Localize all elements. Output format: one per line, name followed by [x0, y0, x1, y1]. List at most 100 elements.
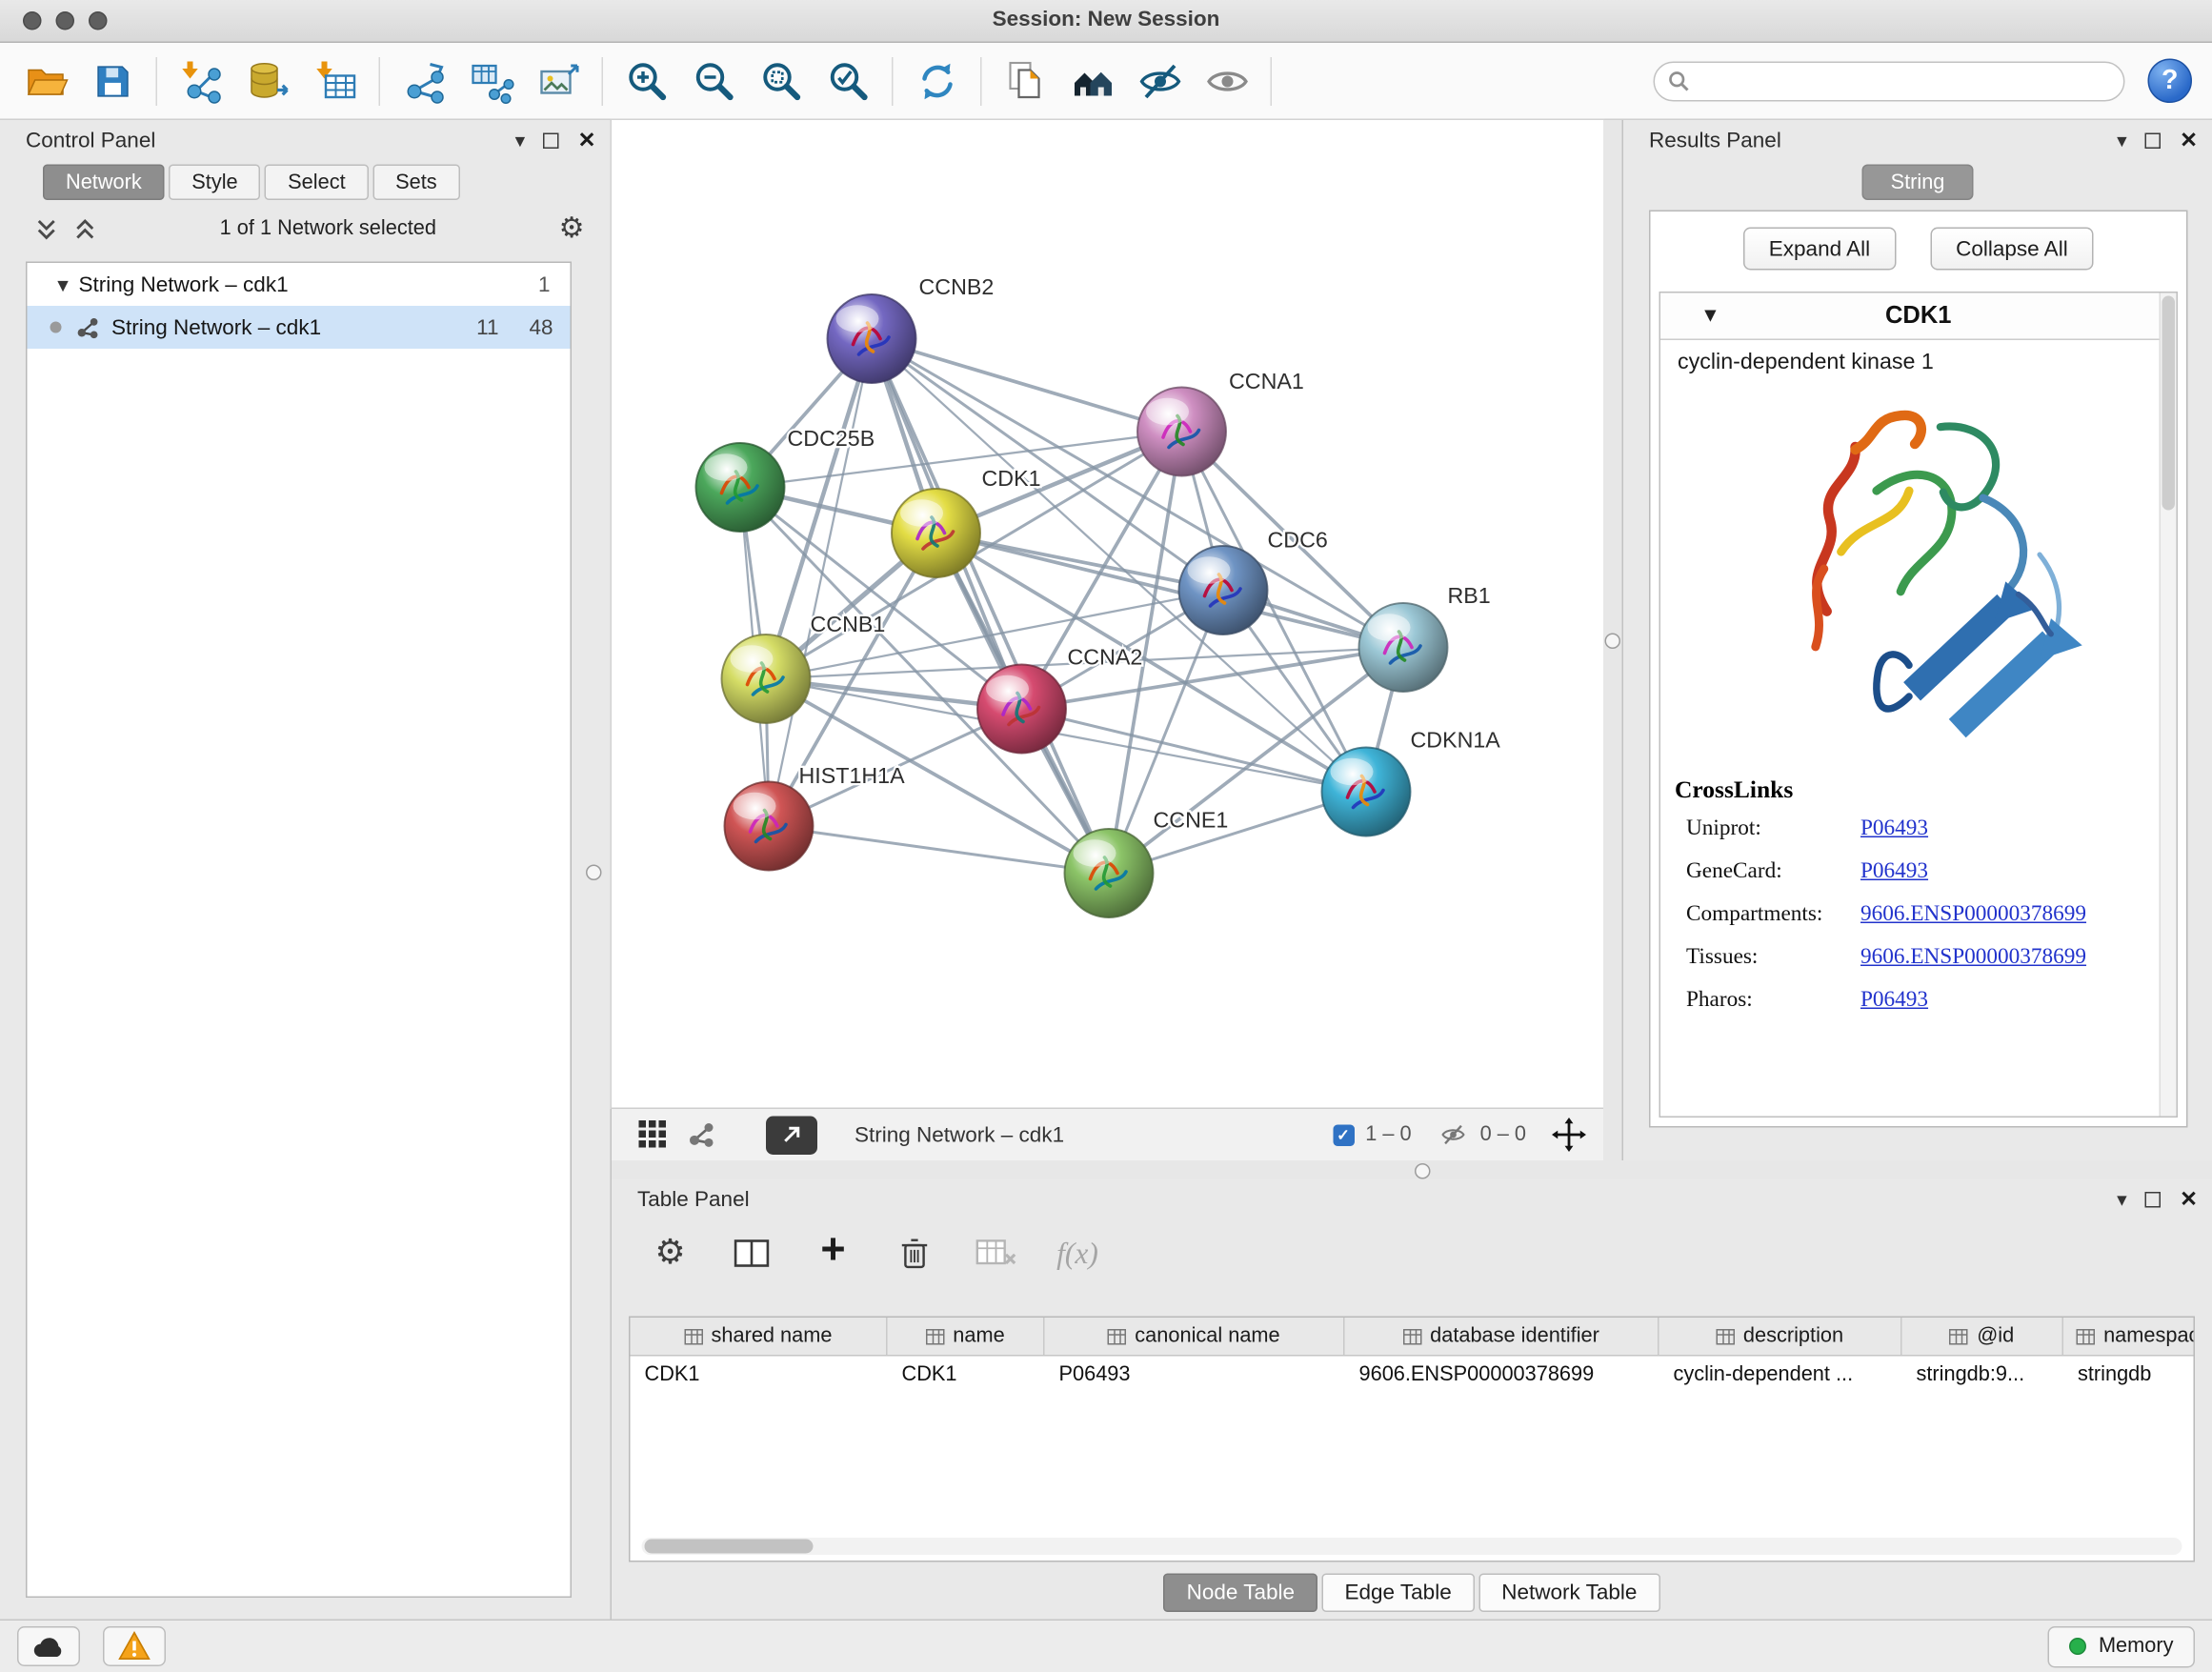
panel-collapse-icon[interactable]: ▾ [515, 131, 526, 151]
node-cdk1[interactable] [892, 489, 980, 577]
panel-collapse-icon[interactable]: ▾ [2117, 131, 2127, 151]
create-column-button[interactable]: + [812, 1229, 855, 1272]
cloud-button[interactable] [17, 1626, 80, 1666]
zoom-out-button[interactable] [680, 48, 748, 113]
import-network-from-file-button[interactable] [168, 48, 235, 113]
export-image-button[interactable] [525, 48, 593, 113]
splitter-handle[interactable] [1415, 1163, 1431, 1179]
column-header-namespac[interactable]: namespac [2063, 1318, 2195, 1355]
delete-column-button[interactable] [894, 1232, 936, 1275]
crosslink-label: Compartments: [1660, 894, 1860, 937]
column-header-id[interactable]: @id [1902, 1318, 2064, 1355]
results-scrollbar[interactable] [2160, 293, 2177, 1117]
network-overview-button[interactable] [677, 1115, 726, 1155]
panel-float-icon[interactable] [2145, 132, 2162, 149]
tab-network-table[interactable]: Network Table [1478, 1574, 1659, 1613]
table-horizontal-scrollbar[interactable] [642, 1538, 2182, 1555]
panel-collapse-icon[interactable]: ▾ [2117, 1189, 2127, 1209]
panel-close-icon[interactable]: ✕ [2180, 1188, 2198, 1210]
tab-node-table[interactable]: Node Table [1164, 1574, 1317, 1613]
results-panel-title: Results Panel [1649, 128, 1781, 152]
panel-close-icon[interactable]: ✕ [2180, 130, 2198, 151]
zoom-in-button[interactable] [613, 48, 681, 113]
gene-header[interactable]: ▼ CDK1 [1660, 293, 2177, 341]
memory-button[interactable]: Memory [2047, 1625, 2195, 1667]
network-row-selected[interactable]: String Network – cdk1 11 48 [28, 306, 571, 349]
column-header-description[interactable]: description [1659, 1318, 1902, 1355]
crosslink-link[interactable]: P06493 [1860, 808, 1928, 851]
collapse-all-icon[interactable] [34, 216, 59, 241]
network-options-gear-icon[interactable]: ⚙ [559, 214, 585, 243]
panel-float-icon[interactable] [2145, 1191, 2162, 1207]
expand-all-icon[interactable] [73, 216, 98, 241]
column-header-database-identifier[interactable]: database identifier [1345, 1318, 1659, 1355]
import-network-from-database-button[interactable] [234, 48, 302, 113]
node-cdc6[interactable] [1179, 546, 1268, 635]
import-table-from-file-button[interactable] [302, 48, 370, 113]
save-session-button[interactable] [79, 48, 147, 113]
zoom-fit-button[interactable] [748, 48, 815, 113]
network-graph[interactable]: CCNB2CCNA1CDC25BCDK1CDC6RB1CCNB1CCNA2CDK… [612, 120, 1603, 1108]
tab-string[interactable]: String [1862, 165, 1974, 201]
crosslink-link[interactable]: P06493 [1860, 979, 1928, 1022]
hide-selected-button[interactable] [1126, 48, 1194, 113]
node-cdkn1a[interactable] [1322, 748, 1411, 836]
export-table-button[interactable] [457, 48, 525, 113]
show-all-button[interactable] [1194, 48, 1261, 113]
splitter-handle[interactable] [586, 865, 602, 881]
search-input[interactable] [1654, 61, 2125, 101]
edge[interactable] [769, 826, 1109, 874]
horizontal-splitter[interactable] [612, 1160, 2212, 1179]
zoom-out-icon [691, 58, 736, 104]
node-ccna1[interactable] [1137, 388, 1226, 476]
node-cdc25b[interactable] [696, 443, 785, 532]
network-collection-row[interactable]: ▼ String Network – cdk1 1 [28, 263, 571, 306]
birds-eye-view-button[interactable] [629, 1115, 677, 1155]
edge[interactable] [769, 339, 872, 827]
open-session-button[interactable] [11, 48, 79, 113]
node-label-cdk1: CDK1 [982, 466, 1041, 491]
node-rb1[interactable] [1359, 603, 1448, 692]
crosslink-link[interactable]: P06493 [1860, 851, 1928, 894]
node-ccne1[interactable] [1065, 829, 1154, 917]
tab-edge-table[interactable]: Edge Table [1322, 1574, 1475, 1613]
node-label-ccna1: CCNA1 [1229, 369, 1304, 393]
node-ccna2[interactable] [977, 665, 1066, 754]
first-neighbors-button[interactable] [1059, 48, 1127, 113]
help-button[interactable]: ? [2148, 59, 2193, 104]
new-network-from-selection-button[interactable] [391, 48, 458, 113]
column-header-name[interactable]: name [888, 1318, 1045, 1355]
panel-close-icon[interactable]: ✕ [578, 130, 596, 151]
pan-crosshair-icon[interactable] [1552, 1118, 1586, 1152]
node-ccnb1[interactable] [722, 635, 811, 723]
node-hist1h1a[interactable] [725, 782, 814, 871]
edge[interactable] [872, 339, 1109, 874]
apply-layout-button[interactable] [903, 48, 971, 113]
node-ccnb2[interactable] [828, 294, 916, 383]
column-header-canonical-name[interactable]: canonical name [1045, 1318, 1345, 1355]
collapse-all-button[interactable]: Collapse All [1930, 228, 2094, 271]
expand-all-button[interactable]: Expand All [1743, 228, 1896, 271]
splitter-handle[interactable] [1605, 634, 1621, 650]
edge[interactable] [872, 339, 1182, 433]
column-header-shared-name[interactable]: shared name [631, 1318, 888, 1355]
warnings-button[interactable] [103, 1626, 166, 1666]
disclosure-triangle-icon[interactable]: ▼ [48, 273, 79, 295]
tab-network[interactable]: Network [43, 165, 165, 201]
tab-style[interactable]: Style [169, 165, 260, 201]
control-panel-tabs: NetworkStyleSelectSets [0, 160, 611, 200]
tab-select[interactable]: Select [265, 165, 368, 201]
selected-checkbox-icon[interactable]: ✓ [1333, 1124, 1355, 1146]
show-columns-button[interactable] [731, 1232, 774, 1275]
table-row[interactable]: CDK1CDK1P064939606.ENSP00000378699cyclin… [631, 1357, 2194, 1394]
crosslink-link[interactable]: 9606.ENSP00000378699 [1860, 894, 2086, 937]
zoom-selected-button[interactable] [814, 48, 882, 113]
tab-sets[interactable]: Sets [372, 165, 460, 201]
panel-float-icon[interactable] [544, 132, 560, 149]
detach-view-button[interactable] [766, 1116, 817, 1155]
toolbar-separator [1271, 56, 1273, 105]
crosslink-link[interactable]: 9606.ENSP00000378699 [1860, 937, 2086, 979]
copy-button[interactable] [992, 48, 1059, 113]
network-canvas[interactable]: CCNB2CCNA1CDC25BCDK1CDC6RB1CCNB1CCNA2CDK… [612, 120, 1603, 1108]
table-options-gear-icon[interactable]: ⚙ [649, 1232, 692, 1275]
